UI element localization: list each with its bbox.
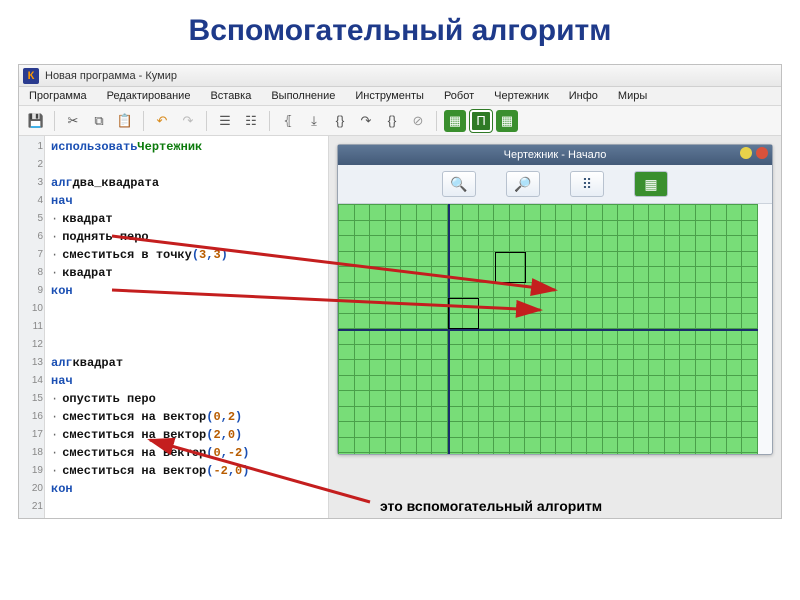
menu-insert[interactable]: Вставка	[200, 87, 261, 105]
brace2-icon[interactable]: ↷	[355, 110, 377, 132]
brace1-icon[interactable]: {}	[329, 110, 351, 132]
save-icon[interactable]: 💾	[25, 110, 47, 132]
code-line[interactable]: · сместиться на вектор(0,2)	[51, 408, 328, 426]
code-line[interactable]: · сместиться на вектор(2,0)	[51, 426, 328, 444]
menu-program[interactable]: Программа	[19, 87, 97, 105]
menu-edit[interactable]: Редактирование	[97, 87, 201, 105]
code-line[interactable]: алг два_квадрата	[51, 174, 328, 192]
paste-icon[interactable]: 📋	[114, 110, 136, 132]
toolbar: 💾 ✂ ⧉ 📋 ↶ ↷ ☰ ☷ ⦃ ⤓ {} ↷ {} ⊘ ▦ П ▦	[19, 106, 781, 136]
copy-icon[interactable]: ⧉	[88, 110, 110, 132]
brace3-icon[interactable]: {}	[381, 110, 403, 132]
code-line[interactable]: · квадрат	[51, 210, 328, 228]
cut-icon[interactable]: ✂	[62, 110, 84, 132]
code-line[interactable]	[51, 318, 328, 336]
drawn-square	[495, 252, 526, 283]
menu-info[interactable]: Инфо	[559, 87, 608, 105]
menu-robot[interactable]: Робот	[434, 87, 484, 105]
canvas	[338, 204, 758, 454]
undo-icon[interactable]: ↶	[151, 110, 173, 132]
doc-icon[interactable]: ☰	[214, 110, 236, 132]
code-line[interactable]	[51, 300, 328, 318]
zoom-in-icon[interactable]: 🔍	[442, 171, 476, 197]
stop-icon[interactable]: ⊘	[407, 110, 429, 132]
run-drafter-icon[interactable]: ▦	[634, 171, 668, 197]
redo-icon[interactable]: ↷	[177, 110, 199, 132]
doc2-icon[interactable]: ☷	[240, 110, 262, 132]
drawn-square	[448, 298, 479, 329]
output-panel: Чертежник - Начало 🔍 🔎 ⠿ ▦	[329, 136, 781, 518]
menu-worlds[interactable]: Миры	[608, 87, 657, 105]
app-window: К Новая программа - Кумир Программа Реда…	[18, 64, 782, 519]
minimize-icon[interactable]	[740, 147, 752, 159]
grid3-icon[interactable]: ▦	[496, 110, 518, 132]
step-icon[interactable]: ⤓	[303, 110, 325, 132]
code-line[interactable]: · опустить перо	[51, 390, 328, 408]
grid-toggle-icon[interactable]: ⠿	[570, 171, 604, 197]
code-line[interactable]	[51, 336, 328, 354]
app-icon: К	[23, 68, 39, 84]
menu-tools[interactable]: Инструменты	[345, 87, 434, 105]
titlebar: К Новая программа - Кумир	[19, 65, 781, 87]
code-editor[interactable]: использовать Чертежник алг два_квадратан…	[19, 136, 329, 518]
workspace: использовать Чертежник алг два_квадратан…	[19, 136, 781, 518]
code-line[interactable]: кон	[51, 480, 328, 498]
code-line[interactable]: · сместиться на вектор(-2,0)	[51, 462, 328, 480]
code-line[interactable]: · сместиться на вектор(0,-2)	[51, 444, 328, 462]
menu-drafter[interactable]: Чертежник	[484, 87, 559, 105]
code-line[interactable]: алг квадрат	[51, 354, 328, 372]
menubar: Программа Редактирование Вставка Выполне…	[19, 87, 781, 106]
drafter-window: Чертежник - Начало 🔍 🔎 ⠿ ▦	[337, 144, 773, 455]
window-title: Новая программа - Кумир	[45, 70, 177, 82]
code-line[interactable]: использовать Чертежник	[51, 138, 328, 156]
code-line[interactable]: · сместиться в точку(3,3)	[51, 246, 328, 264]
grid2-icon[interactable]: П	[470, 110, 492, 132]
code-line[interactable]	[51, 498, 328, 516]
annotation-label: это вспомогательный алгоритм	[380, 498, 602, 514]
slide-title: Вспомогательный алгоритм	[0, 0, 800, 58]
code-line[interactable]: нач	[51, 372, 328, 390]
drafter-titlebar: Чертежник - Начало	[338, 145, 772, 165]
zoom-out-icon[interactable]: 🔎	[506, 171, 540, 197]
close-icon[interactable]	[756, 147, 768, 159]
code-line[interactable]: · поднять перо	[51, 228, 328, 246]
menu-run[interactable]: Выполнение	[261, 87, 345, 105]
drafter-toolbar: 🔍 🔎 ⠿ ▦	[338, 165, 772, 204]
drafter-title: Чертежник - Начало	[504, 149, 607, 161]
grid1-icon[interactable]: ▦	[444, 110, 466, 132]
code-line[interactable]: · квадрат	[51, 264, 328, 282]
code-line[interactable]	[51, 156, 328, 174]
code-line[interactable]: нач	[51, 192, 328, 210]
code-line[interactable]: кон	[51, 282, 328, 300]
brace-start-icon[interactable]: ⦃	[277, 110, 299, 132]
